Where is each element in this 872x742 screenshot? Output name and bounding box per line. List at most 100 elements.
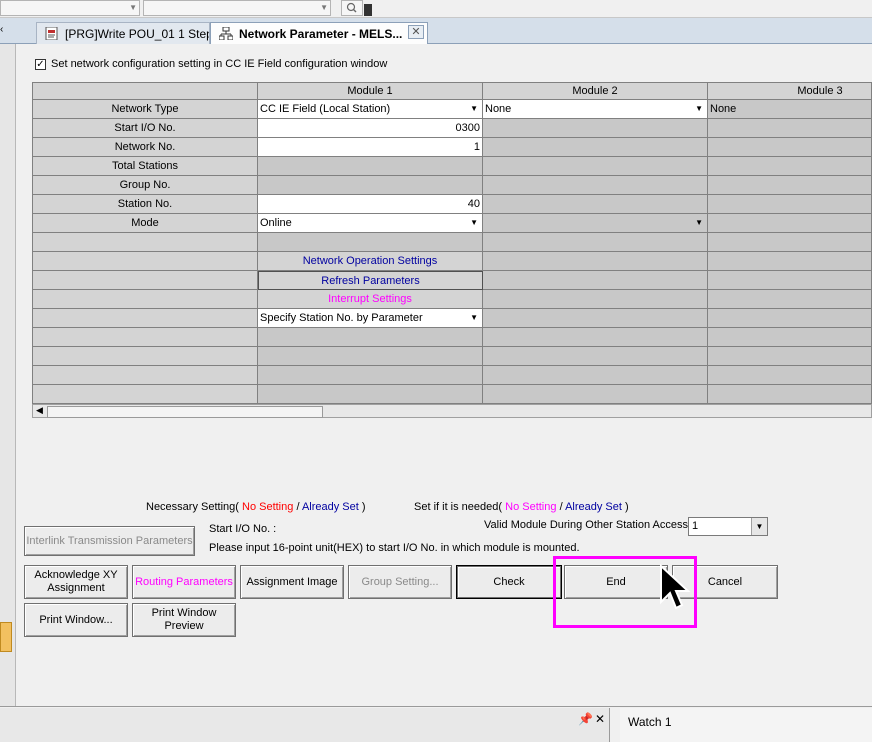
row-label-empty: [33, 252, 258, 271]
toolbar-combo-2[interactable]: ▼: [143, 0, 331, 16]
chevron-down-icon: ▼: [695, 218, 703, 227]
assignment-image-button[interactable]: Assignment Image: [240, 565, 344, 599]
chevron-down-icon[interactable]: ▼: [751, 518, 767, 535]
module3-cell: [708, 119, 871, 138]
module2-network-type-select[interactable]: None ▼: [483, 100, 708, 119]
mouse-cursor-icon: [660, 564, 691, 610]
ifneeded-setting-legend: Set if it is needed( No Setting / Alread…: [414, 501, 629, 513]
module1-network-type-value: CC IE Field (Local Station): [260, 103, 391, 115]
module3-cell: [708, 195, 871, 214]
module1-start-io-input[interactable]: 0300: [258, 119, 483, 138]
close-icon[interactable]: ✕: [408, 25, 424, 39]
module3-network-type-select[interactable]: None: [708, 100, 871, 119]
module3-cell: [708, 290, 871, 309]
module3-cell: [708, 138, 871, 157]
module2-cell: [483, 366, 708, 385]
module2-cell: [483, 309, 708, 328]
module3-cell: [708, 176, 871, 195]
left-panel-strip: [0, 44, 16, 706]
module3-cell: [708, 157, 871, 176]
module2-cell: [483, 385, 708, 403]
tab-program[interactable]: [PRG]Write POU_01 1 Step: [36, 22, 210, 44]
module1-network-type-select[interactable]: CC IE Field (Local Station) ▼: [258, 100, 483, 119]
check-button[interactable]: Check: [456, 565, 562, 599]
module3-cell: [708, 214, 871, 233]
row-label-group-no: Group No.: [33, 176, 258, 195]
legend-already-set: Already Set: [301, 501, 359, 513]
network-grid: Module 1 Module 2 Module 3 Network Type …: [32, 82, 872, 404]
legend-text: ): [361, 501, 366, 513]
module2-cell: [483, 138, 708, 157]
column-header-module1: Module 1: [258, 83, 483, 100]
row-label-empty: [33, 347, 258, 366]
row-label-mode: Mode: [33, 214, 258, 233]
module3-cell: [708, 347, 871, 366]
legend-no-setting: No Setting: [505, 501, 557, 513]
module1-refresh-parameters-button[interactable]: Refresh Parameters: [258, 271, 483, 290]
module2-cell: [483, 252, 708, 271]
tab-network-parameter[interactable]: Network Parameter - MELS...: [210, 22, 428, 44]
routing-parameters-button[interactable]: Routing Parameters: [132, 565, 236, 599]
watch-panel-title: Watch 1: [628, 715, 672, 729]
module1-network-operation-settings-button[interactable]: Network Operation Settings: [258, 252, 483, 271]
toolbar-combo-1[interactable]: ▼: [0, 0, 140, 16]
column-header-module2: Module 2: [483, 83, 708, 100]
chevron-down-icon: ▼: [129, 3, 137, 12]
row-label-empty: [33, 366, 258, 385]
chevron-down-icon: ▼: [320, 3, 328, 12]
legend-text: Necessary Setting(: [146, 501, 239, 513]
tab-bar: ‹ [PRG]Write POU_01 1 Step Network Param…: [0, 18, 872, 44]
bottom-left-panel: [0, 708, 610, 742]
module3-cell: [708, 366, 871, 385]
tab-network-parameter-label: Network Parameter - MELS...: [239, 27, 403, 41]
scrollbar-thumb[interactable]: [47, 406, 323, 418]
module1-group-no-cell: [258, 176, 483, 195]
scroll-left-icon[interactable]: ‹: [0, 24, 10, 35]
module1-network-no-input[interactable]: 1: [258, 138, 483, 157]
module1-mode-select[interactable]: Online ▼: [258, 214, 483, 233]
search-icon[interactable]: [341, 0, 363, 16]
info-text: Please input 16-point unit(HEX) to start…: [209, 542, 580, 554]
module2-mode-select[interactable]: ▼: [483, 214, 708, 233]
config-window-checkbox[interactable]: ✓: [35, 59, 46, 70]
module2-network-type-value: None: [485, 103, 512, 115]
print-window-preview-button[interactable]: Print Window Preview: [132, 603, 236, 637]
module3-cell: [708, 233, 871, 252]
left-panel-tab[interactable]: [0, 622, 12, 652]
row-label-start-io: Start I/O No.: [33, 119, 258, 138]
dropdown-arrow-icon[interactable]: [364, 4, 372, 16]
chevron-down-icon: ▼: [470, 104, 478, 113]
info-title: Start I/O No. :: [209, 523, 277, 535]
module1-mode-value: Online: [260, 217, 292, 229]
module2-cell: [483, 176, 708, 195]
grid-horizontal-scrollbar[interactable]: ◀: [32, 404, 872, 418]
config-window-checkbox-label: Set network configuration setting in CC …: [51, 58, 388, 70]
valid-module-value: 1: [692, 520, 699, 532]
row-label-station-no: Station No.: [33, 195, 258, 214]
legend-no-setting: No Setting: [242, 501, 294, 513]
close-icon[interactable]: ✕: [595, 712, 605, 732]
module1-empty-cell: [258, 328, 483, 347]
scroll-left-arrow-icon[interactable]: ◀: [36, 405, 43, 416]
row-label-empty: [33, 290, 258, 309]
module2-cell: [483, 119, 708, 138]
pin-icon[interactable]: 📌: [578, 712, 593, 732]
valid-module-select[interactable]: 1 ▼: [688, 517, 768, 536]
chevron-down-icon: ▼: [470, 313, 478, 322]
grid-corner: [33, 83, 258, 100]
valid-module-label: Valid Module During Other Station Access: [484, 519, 689, 531]
row-label-network-no: Network No.: [33, 138, 258, 157]
group-setting-button[interactable]: Group Setting...: [348, 565, 452, 599]
module2-cell: [483, 157, 708, 176]
interlink-transmission-parameters-button[interactable]: Interlink Transmission Parameters: [24, 526, 195, 556]
module1-station-no-input[interactable]: 40: [258, 195, 483, 214]
acknowledge-xy-assignment-button[interactable]: Acknowledge XY Assignment: [24, 565, 128, 599]
print-window-button[interactable]: Print Window...: [24, 603, 128, 637]
module1-station-setting-select[interactable]: Specify Station No. by Parameter ▼: [258, 309, 483, 328]
module2-cell: [483, 290, 708, 309]
chevron-down-icon: ▼: [470, 218, 478, 227]
legend-slash: /: [559, 501, 563, 513]
row-label-empty: [33, 233, 258, 252]
network-icon: [219, 27, 233, 40]
module1-interrupt-settings-button[interactable]: Interrupt Settings: [258, 290, 483, 309]
